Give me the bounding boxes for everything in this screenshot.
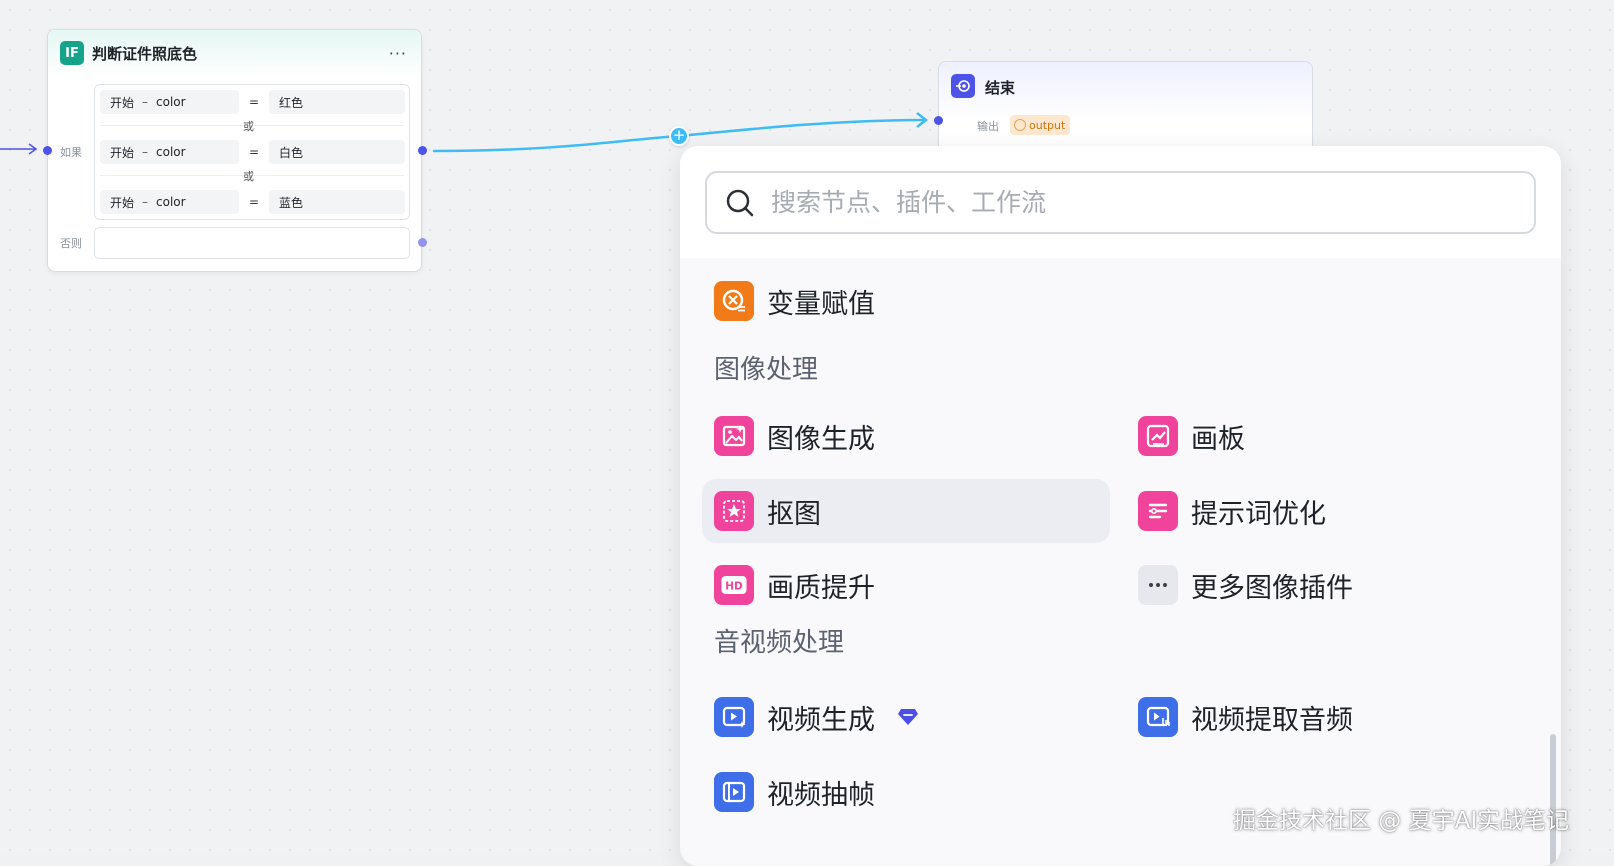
more-options-button[interactable]: ··· bbox=[389, 44, 407, 63]
condition-dash: – bbox=[142, 95, 149, 109]
else-output-port[interactable] bbox=[418, 238, 427, 247]
item-label: 更多图像插件 bbox=[1191, 572, 1353, 604]
else-branch-box[interactable] bbox=[94, 227, 410, 259]
if-node[interactable]: IF 判断证件照底色 ··· 如果 开始 – color = 红色 或 开始 – bbox=[43, 29, 427, 272]
condition-group: 开始 – color = 红色 或 开始 – color = 白色 或 开始 –… bbox=[94, 84, 410, 220]
item-label: 视频抽帧 bbox=[767, 779, 875, 811]
panel-scrollbar[interactable] bbox=[1550, 734, 1556, 866]
item-variable-assign[interactable]: 变量赋值 bbox=[702, 269, 1102, 333]
item-video-extract-audio[interactable]: 视频提取音频 bbox=[1126, 685, 1534, 749]
video-frame-icon bbox=[714, 772, 754, 812]
if-output-port[interactable] bbox=[418, 146, 427, 155]
item-video-generate[interactable]: 视频生成 bbox=[702, 685, 1110, 749]
condition-value[interactable]: 蓝色 bbox=[269, 190, 405, 214]
item-label: 视频生成 bbox=[767, 704, 875, 736]
condition-field: color bbox=[156, 145, 186, 159]
condition-field: color bbox=[156, 95, 186, 109]
if-label: 如果 bbox=[60, 146, 82, 159]
item-cutout[interactable]: 抠图 bbox=[702, 479, 1110, 543]
if-node-title: 判断证件照底色 bbox=[92, 44, 198, 63]
item-more-image-plugins[interactable]: 更多图像插件 bbox=[1126, 553, 1534, 617]
item-hd-enhance[interactable]: HD 画质提升 bbox=[702, 553, 1110, 617]
condition-operator[interactable]: = bbox=[239, 95, 269, 109]
condition-operator[interactable]: = bbox=[239, 145, 269, 159]
end-node-icon bbox=[951, 74, 975, 98]
item-label: 抠图 bbox=[767, 498, 821, 530]
condition-row: 开始 – color = 红色 bbox=[100, 90, 405, 114]
search-area bbox=[680, 146, 1561, 258]
end-input-port[interactable] bbox=[934, 116, 943, 125]
video-extract-audio-icon bbox=[1138, 697, 1178, 737]
diamond-icon bbox=[898, 709, 918, 725]
or-label[interactable]: 或 bbox=[243, 118, 254, 134]
node-picker-panel: 变量赋值 图像处理 图像生成 bbox=[680, 146, 1561, 866]
more-icon bbox=[1138, 565, 1178, 605]
svg-text:HD: HD bbox=[725, 581, 743, 593]
condition-left-operand[interactable]: 开始 – color bbox=[100, 140, 239, 164]
hd-enhance-icon: HD bbox=[714, 565, 754, 605]
output-label: 输出 bbox=[977, 120, 999, 133]
video-generate-icon bbox=[714, 697, 754, 737]
item-label: 画板 bbox=[1191, 423, 1245, 455]
else-label: 否则 bbox=[60, 237, 82, 250]
condition-left-operand[interactable]: 开始 – color bbox=[100, 90, 239, 114]
condition-value[interactable]: 白色 bbox=[269, 140, 405, 164]
image-generate-icon bbox=[714, 416, 754, 456]
cutout-icon bbox=[714, 491, 754, 531]
condition-dash: – bbox=[142, 145, 149, 159]
input-port[interactable] bbox=[43, 146, 52, 155]
variable-ring-icon bbox=[1014, 119, 1026, 131]
item-label: 画质提升 bbox=[767, 572, 875, 604]
condition-source: 开始 bbox=[110, 195, 135, 210]
item-prompt-optimize[interactable]: 提示词优化 bbox=[1126, 479, 1534, 543]
add-node-button[interactable]: + bbox=[669, 126, 689, 146]
condition-source: 开始 bbox=[110, 95, 135, 110]
condition-operator[interactable]: = bbox=[239, 195, 269, 209]
output-variable-badge[interactable]: output bbox=[1010, 115, 1071, 135]
item-label: 提示词优化 bbox=[1191, 498, 1326, 530]
search-icon bbox=[726, 189, 754, 216]
item-canvas-board[interactable]: 画板 bbox=[1126, 404, 1534, 468]
item-image-generate[interactable]: 图像生成 bbox=[702, 404, 1110, 468]
prompt-optimize-icon bbox=[1138, 491, 1178, 531]
item-label: 变量赋值 bbox=[767, 288, 875, 320]
condition-dash: – bbox=[142, 195, 149, 209]
variable-assign-icon bbox=[714, 281, 754, 321]
or-label[interactable]: 或 bbox=[243, 168, 254, 184]
condition-row: 开始 – color = 蓝色 bbox=[100, 190, 405, 214]
condition-source: 开始 bbox=[110, 145, 135, 160]
search-box[interactable] bbox=[705, 171, 1536, 234]
condition-field: color bbox=[156, 195, 186, 209]
output-variable-name: output bbox=[1029, 118, 1066, 132]
section-title-image: 图像处理 bbox=[714, 355, 819, 385]
item-label: 视频提取音频 bbox=[1191, 704, 1353, 736]
condition-left-operand[interactable]: 开始 – color bbox=[100, 190, 239, 214]
item-video-frame[interactable]: 视频抽帧 bbox=[702, 760, 1110, 824]
end-node-title: 结束 bbox=[985, 79, 1016, 97]
condition-value[interactable]: 红色 bbox=[269, 90, 405, 114]
workflow-canvas[interactable]: IF 判断证件照底色 ··· 如果 开始 – color = 红色 或 开始 – bbox=[0, 0, 1614, 866]
watermark: 掘金技术社区 @ 夏宇AI实战笔记 bbox=[1233, 808, 1570, 834]
canvas-board-icon bbox=[1138, 416, 1178, 456]
search-input[interactable] bbox=[771, 188, 1471, 217]
if-node-header[interactable]: IF 判断证件照底色 bbox=[48, 30, 421, 76]
condition-row: 开始 – color = 白色 bbox=[100, 140, 405, 164]
if-icon: IF bbox=[60, 41, 84, 65]
section-title-video: 音视频处理 bbox=[714, 628, 845, 658]
item-label: 图像生成 bbox=[767, 423, 875, 455]
